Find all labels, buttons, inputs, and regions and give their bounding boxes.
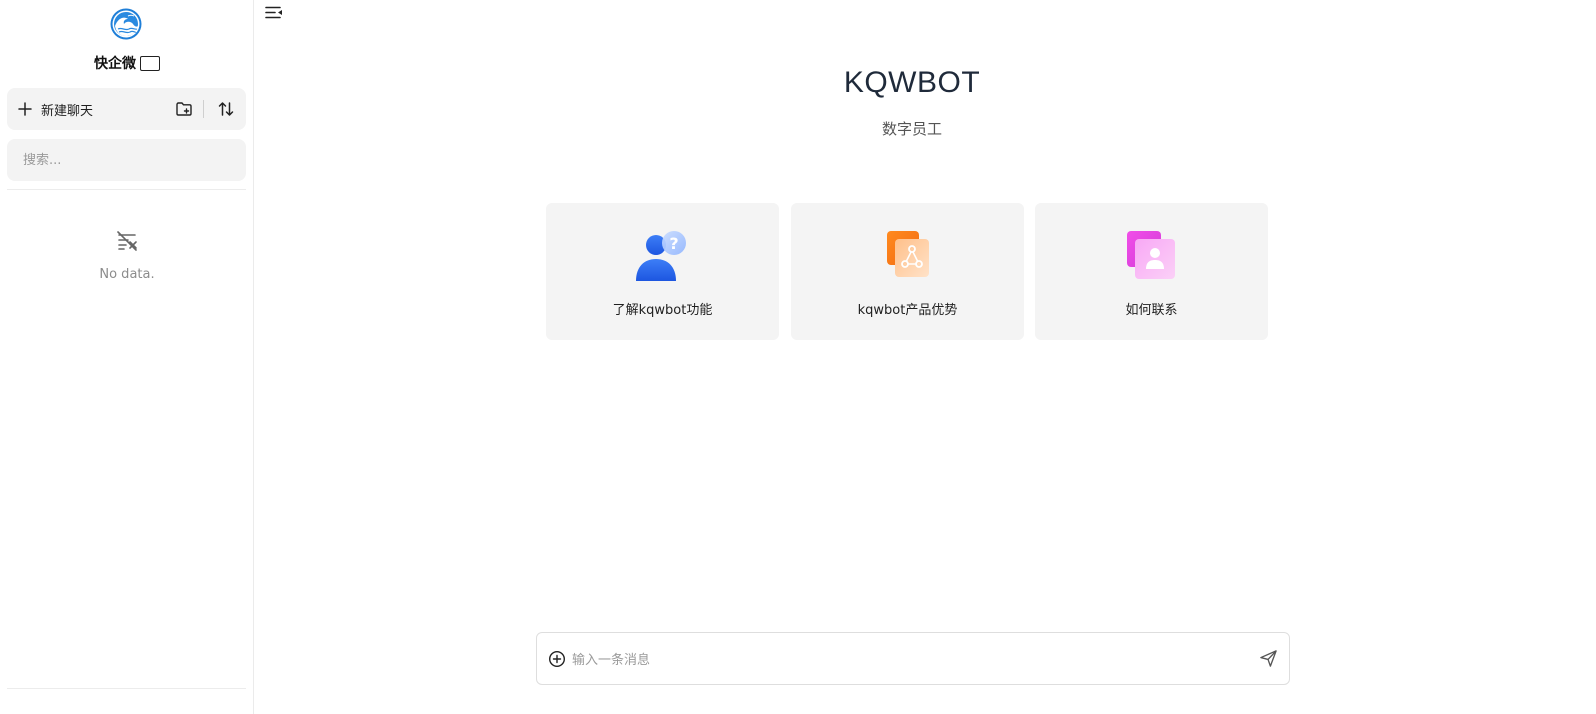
suggestion-card-contact[interactable]: 如何联系	[1035, 203, 1268, 340]
new-chat-label: 新建聊天	[41, 103, 94, 119]
contact-user-icon	[1127, 231, 1175, 279]
plus-circle-icon[interactable]	[548, 650, 566, 668]
app-root: 快企微 新建聊天 搜索... No data. KQWBOT 数字员工 ? 了解…	[0, 0, 1596, 714]
folder-add-icon[interactable]	[175, 100, 193, 118]
card-label: 如何联系	[1125, 303, 1178, 318]
card-label: kqwbot产品优势	[857, 303, 958, 318]
sidebar-divider	[7, 189, 246, 190]
share-nodes-icon	[887, 231, 929, 277]
search-input[interactable]	[7, 139, 246, 181]
suggestion-card-advantages[interactable]: kqwbot产品优势	[791, 203, 1024, 340]
brand-badge-box	[140, 55, 160, 71]
empty-state-text: No data.	[99, 267, 155, 282]
message-input[interactable]	[570, 645, 1254, 675]
collapse-sidebar-icon[interactable]	[265, 4, 283, 22]
new-chat-button[interactable]: 新建聊天	[17, 88, 93, 130]
no-data-icon	[117, 231, 137, 251]
new-chat-toolbar: 新建聊天	[7, 88, 246, 130]
plus-icon	[17, 101, 33, 117]
page-title: KQWBOT	[843, 66, 981, 99]
wave-logo-icon	[110, 8, 142, 40]
suggestion-card-features[interactable]: ? 了解kqwbot功能	[546, 203, 779, 340]
brand-name: 快企微	[94, 56, 136, 72]
sidebar-bottom-divider	[7, 688, 246, 689]
page-subtitle: 数字员工	[881, 120, 942, 138]
card-label: 了解kqwbot功能	[612, 303, 713, 318]
brand-row: 快企微	[0, 52, 254, 74]
user-question-icon: ?	[636, 231, 686, 281]
message-composer	[536, 632, 1290, 685]
svg-text:?: ?	[669, 234, 678, 253]
send-icon[interactable]	[1259, 649, 1278, 668]
sidebar: 快企微 新建聊天 搜索... No data.	[0, 0, 254, 714]
toolbar-divider	[203, 100, 204, 118]
sort-arrows-icon[interactable]	[217, 100, 235, 118]
